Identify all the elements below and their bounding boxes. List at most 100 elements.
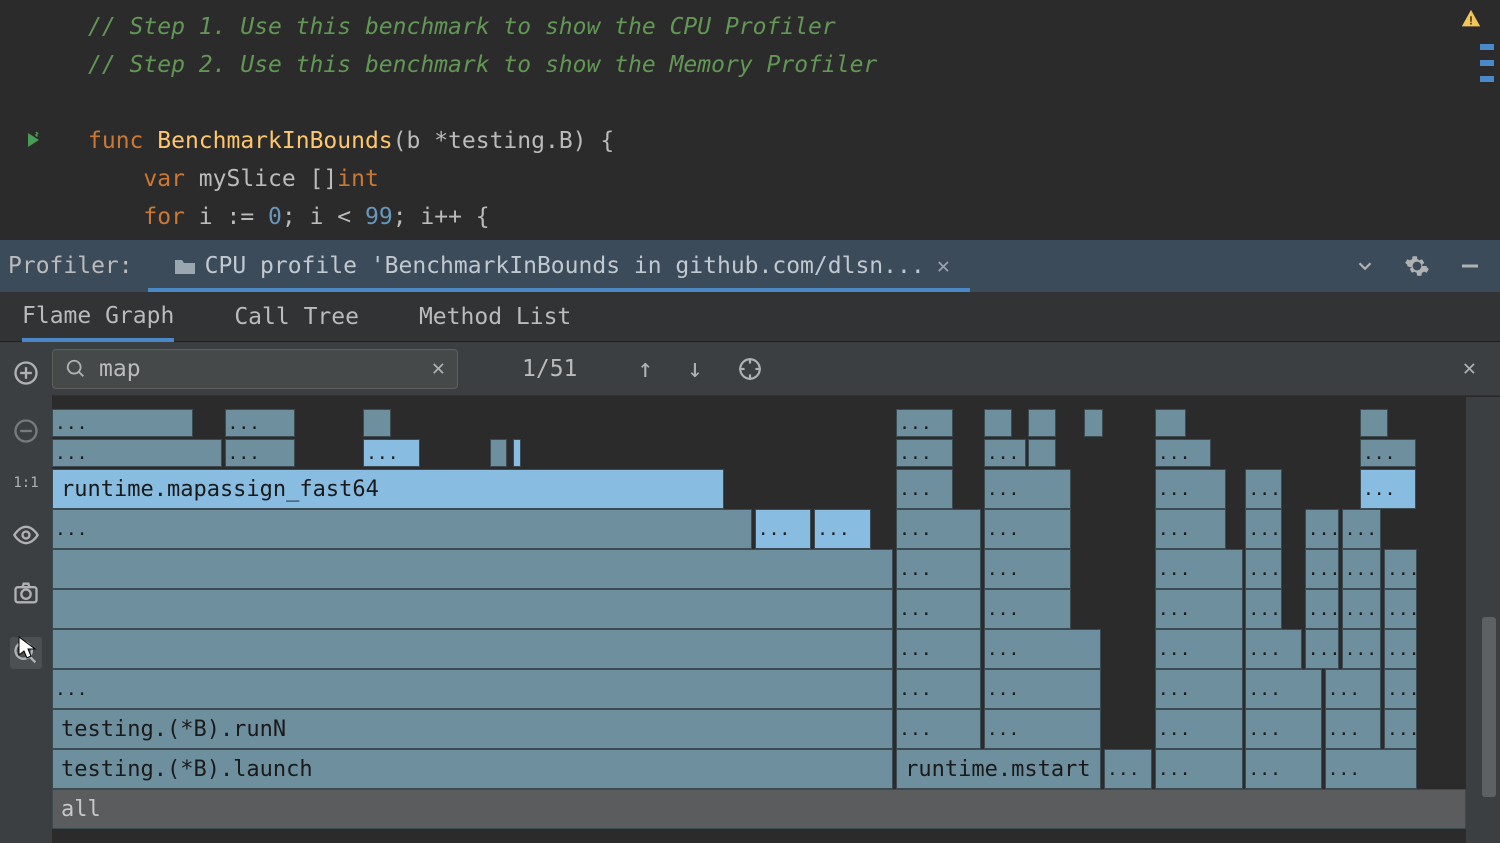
- flame-frame[interactable]: ...: [1305, 589, 1339, 629]
- flame-frame[interactable]: [363, 409, 391, 437]
- flame-frame[interactable]: ...: [1155, 589, 1243, 629]
- flame-frame[interactable]: ...: [814, 509, 871, 549]
- flame-frame[interactable]: ...: [1305, 629, 1339, 669]
- flame-frame[interactable]: ...: [1104, 749, 1152, 789]
- scrollbar-thumb[interactable]: [1482, 617, 1496, 797]
- search-box[interactable]: ✕: [52, 349, 458, 389]
- eye-icon[interactable]: [12, 521, 40, 549]
- search-next-button[interactable]: ↓: [687, 354, 703, 384]
- flame-frame-all[interactable]: all: [52, 789, 1466, 829]
- flame-frame[interactable]: ...: [984, 669, 1101, 709]
- flame-frame[interactable]: ...: [1325, 669, 1382, 709]
- tab-method-list[interactable]: Method List: [419, 294, 571, 340]
- flame-frame[interactable]: ...: [1245, 509, 1282, 549]
- search-input[interactable]: [99, 356, 420, 382]
- flame-frame[interactable]: ...: [1384, 669, 1417, 709]
- flame-frame[interactable]: [1028, 409, 1056, 437]
- flame-frame[interactable]: ...: [1155, 629, 1243, 669]
- flame-frame[interactable]: ...: [225, 439, 296, 467]
- close-search-button[interactable]: ✕: [1463, 356, 1476, 381]
- flame-frame[interactable]: ...: [1384, 709, 1417, 749]
- flame-frame[interactable]: ...: [1384, 629, 1417, 669]
- flame-frame[interactable]: ...: [1155, 749, 1243, 789]
- flame-frame[interactable]: ...: [1325, 749, 1417, 789]
- flame-frame-mapassign[interactable]: runtime.mapassign_fast64: [52, 469, 724, 509]
- flame-frame[interactable]: [1084, 409, 1102, 437]
- camera-icon[interactable]: [12, 579, 40, 607]
- flame-frame[interactable]: ...: [984, 629, 1101, 669]
- flame-frame[interactable]: ...: [896, 509, 981, 549]
- flame-frame[interactable]: ...: [1245, 549, 1282, 589]
- flame-frame-runn[interactable]: testing.(*B).runN: [52, 709, 893, 749]
- flame-frame[interactable]: ...: [1245, 589, 1282, 629]
- flame-frame[interactable]: [1028, 439, 1056, 467]
- flame-frame[interactable]: ...: [363, 439, 420, 467]
- warning-icon[interactable]: [1460, 8, 1482, 30]
- flame-frame[interactable]: ...: [984, 439, 1026, 467]
- zoom-in-icon[interactable]: [12, 359, 40, 387]
- flame-frame[interactable]: ...: [1342, 549, 1382, 589]
- chevron-down-icon[interactable]: [1354, 255, 1376, 277]
- flame-frame[interactable]: ...: [1342, 509, 1382, 549]
- flame-frame[interactable]: ...: [1245, 629, 1302, 669]
- flame-frame[interactable]: ...: [984, 469, 1072, 509]
- flame-graph-canvas[interactable]: all testing.(*B).launch runtime.mstart .…: [52, 397, 1466, 843]
- flame-frame[interactable]: ...: [1245, 749, 1321, 789]
- flame-frame[interactable]: ...: [984, 509, 1072, 549]
- flame-frame[interactable]: ...: [1384, 589, 1417, 629]
- flame-frame[interactable]: ...: [1155, 439, 1212, 467]
- flame-frame[interactable]: ...: [52, 439, 222, 467]
- flame-frame[interactable]: [52, 629, 893, 669]
- flame-frame[interactable]: ...: [1360, 469, 1417, 509]
- tab-call-tree[interactable]: Call Tree: [234, 294, 359, 340]
- flame-frame[interactable]: ...: [896, 709, 981, 749]
- flame-frame[interactable]: [1155, 409, 1186, 437]
- flame-frame[interactable]: ...: [896, 409, 953, 437]
- flame-frame[interactable]: ...: [1155, 709, 1243, 749]
- flame-frame[interactable]: ...: [984, 549, 1072, 589]
- profiler-session-title[interactable]: CPU profile 'BenchmarkInBounds in github…: [205, 253, 925, 279]
- flame-frame[interactable]: ...: [1342, 629, 1382, 669]
- clear-search-button[interactable]: ✕: [432, 356, 445, 381]
- flame-frame[interactable]: ...: [1155, 509, 1226, 549]
- flame-frame[interactable]: [513, 439, 521, 467]
- flame-frame[interactable]: ...: [896, 629, 981, 669]
- flame-frame[interactable]: ...: [1384, 549, 1417, 589]
- flame-frame[interactable]: ...: [984, 589, 1072, 629]
- flame-frame[interactable]: ...: [1245, 669, 1321, 709]
- flame-frame[interactable]: [490, 439, 507, 467]
- flame-frame-mstart[interactable]: runtime.mstart: [896, 749, 1101, 789]
- zoom-ratio-label[interactable]: 1:1: [13, 475, 38, 491]
- flame-frame[interactable]: ...: [984, 709, 1101, 749]
- flame-frame[interactable]: ...: [1360, 439, 1417, 467]
- flame-frame[interactable]: [52, 549, 893, 589]
- flame-frame[interactable]: ...: [1245, 709, 1321, 749]
- flame-frame[interactable]: ...: [755, 509, 812, 549]
- zoom-out-icon[interactable]: [12, 417, 40, 445]
- flame-frame[interactable]: ...: [896, 669, 981, 709]
- search-prev-button[interactable]: ↑: [637, 354, 653, 384]
- flame-frame[interactable]: [1360, 409, 1388, 437]
- flame-frame[interactable]: ...: [1155, 469, 1226, 509]
- minimize-icon[interactable]: [1458, 254, 1482, 278]
- flame-frame[interactable]: ...: [52, 409, 193, 437]
- flame-frame[interactable]: ...: [1155, 549, 1243, 589]
- flame-frame[interactable]: ...: [52, 669, 893, 709]
- flame-frame[interactable]: ...: [896, 439, 953, 467]
- tab-flame-graph[interactable]: Flame Graph: [22, 293, 174, 342]
- flame-frame[interactable]: ...: [52, 509, 752, 549]
- flame-frame[interactable]: ...: [1155, 669, 1243, 709]
- close-tab-button[interactable]: ✕: [937, 254, 950, 279]
- flame-frame[interactable]: [984, 409, 1012, 437]
- flame-frame[interactable]: ...: [1305, 549, 1339, 589]
- run-gutter-icon[interactable]: [20, 128, 44, 152]
- flame-frame-launch[interactable]: testing.(*B).launch: [52, 749, 893, 789]
- flame-frame[interactable]: ...: [1342, 589, 1382, 629]
- flame-frame[interactable]: ...: [1305, 509, 1339, 549]
- editor-marker-strip[interactable]: [1480, 40, 1494, 220]
- flame-frame[interactable]: ...: [1245, 469, 1282, 509]
- flame-frame[interactable]: [52, 589, 893, 629]
- gear-icon[interactable]: [1404, 253, 1430, 279]
- flame-frame[interactable]: ...: [896, 469, 953, 509]
- flame-frame[interactable]: ...: [896, 549, 981, 589]
